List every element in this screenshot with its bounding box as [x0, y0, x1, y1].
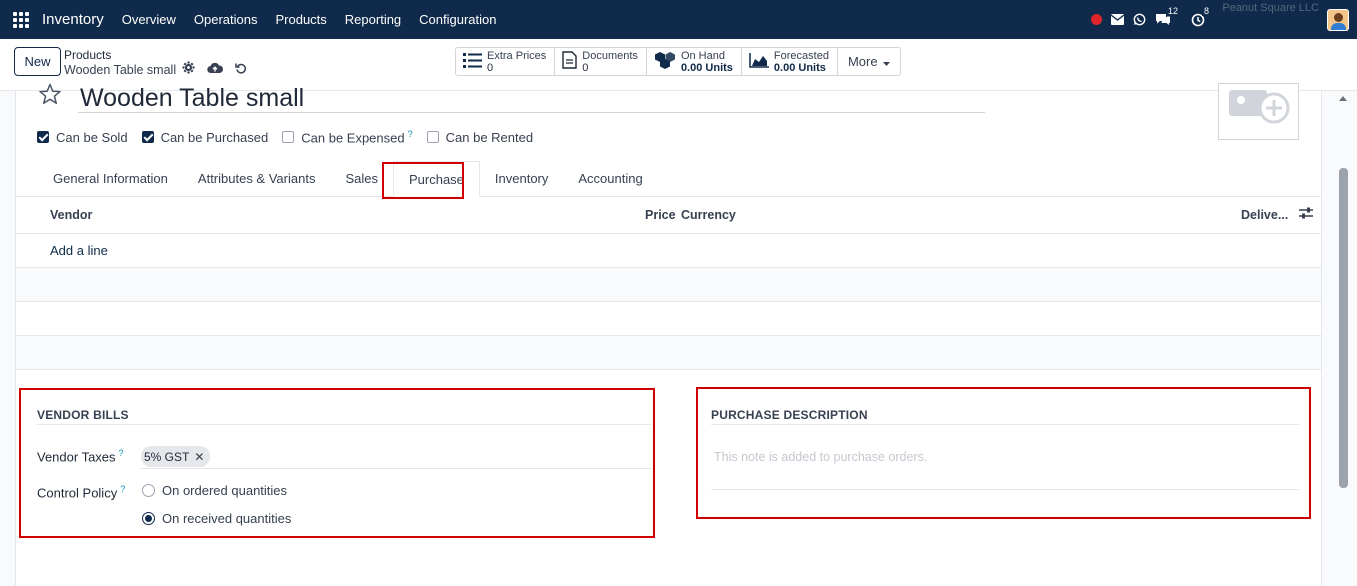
on-hand-label: On Hand	[680, 49, 725, 62]
add-a-line-link[interactable]: Add a line	[50, 243, 108, 258]
gear-icon[interactable]	[182, 61, 195, 77]
list-row	[16, 268, 1321, 302]
highlight-purchase-tab	[382, 162, 464, 199]
list-icon	[463, 52, 482, 71]
list-row	[16, 336, 1321, 370]
forecasted-label: Forecasted	[773, 49, 829, 62]
on-hand-button[interactable]: On Hand 0.00 Units	[647, 48, 742, 75]
tab-inventory[interactable]: Inventory	[480, 161, 563, 197]
app-name[interactable]: Inventory	[42, 11, 104, 28]
can-be-expensed-checkbox[interactable]: Can be Expensed?	[282, 128, 413, 146]
status-dot-icon[interactable]	[1091, 14, 1102, 25]
messages-icon[interactable]: 12	[1155, 6, 1181, 26]
form-tabs: General Information Attributes & Variant…	[16, 161, 1321, 197]
product-flags: Can be Sold Can be Purchased Can be Expe…	[37, 128, 547, 146]
extra-prices-label: Extra Prices	[487, 49, 547, 62]
highlight-vendor-bills	[19, 388, 655, 538]
column-delivery[interactable]: Delive...	[1241, 208, 1288, 222]
scrollbar-thumb[interactable]	[1339, 168, 1348, 488]
menu-configuration[interactable]: Configuration	[419, 12, 496, 27]
document-icon	[562, 51, 577, 72]
extra-prices-button[interactable]: Extra Prices 0	[456, 48, 556, 75]
documents-label: Documents	[582, 49, 638, 62]
top-navbar: Inventory Overview Operations Products R…	[0, 0, 1357, 39]
menu-overview[interactable]: Overview	[122, 12, 176, 27]
breadcrumb-record-name: Wooden Table small	[64, 63, 177, 77]
scroll-up-arrow-icon[interactable]	[1339, 96, 1347, 101]
optional-columns-icon[interactable]	[1299, 207, 1313, 222]
documents-button[interactable]: Documents 0	[555, 48, 647, 75]
can-be-sold-checkbox[interactable]: Can be Sold	[37, 130, 128, 145]
tab-accounting[interactable]: Accounting	[563, 161, 657, 197]
column-price[interactable]: Price	[645, 208, 676, 222]
product-image-upload[interactable]	[1218, 83, 1299, 140]
messages-badge: 12	[1166, 6, 1181, 16]
tab-attributes-variants[interactable]: Attributes & Variants	[183, 161, 331, 197]
forecasted-button[interactable]: Forecasted 0.00 Units	[742, 48, 838, 75]
user-avatar[interactable]	[1327, 8, 1349, 31]
can-be-sold-label: Can be Sold	[56, 129, 128, 145]
checkbox-unchecked-icon[interactable]	[282, 130, 295, 143]
mail-icon[interactable]	[1111, 14, 1124, 25]
list-row: Add a line	[16, 234, 1321, 268]
list-row	[16, 302, 1321, 336]
caret-down-icon	[882, 54, 890, 69]
smart-buttons: Extra Prices 0 Documents 0 On Hand 0.00 …	[455, 47, 901, 76]
product-name-input[interactable]: Wooden Table small	[78, 83, 985, 113]
extra-prices-value: 0	[487, 61, 494, 74]
more-button[interactable]: More	[838, 48, 900, 75]
can-be-rented-label: Can be Rented	[445, 129, 534, 145]
apps-menu-icon[interactable]	[13, 11, 29, 28]
can-be-purchased-label: Can be Purchased	[160, 129, 269, 145]
checkbox-unchecked-icon[interactable]	[426, 131, 439, 143]
breadcrumb-products[interactable]: Products	[64, 48, 111, 62]
can-be-purchased-checkbox[interactable]: Can be Purchased	[141, 129, 269, 145]
menu-operations[interactable]: Operations	[194, 12, 258, 27]
can-be-expensed-label: Can be Expensed?	[301, 128, 413, 146]
activities-icon[interactable]: 8	[1191, 5, 1212, 27]
vendor-list-header: Vendor Price Currency Delive...	[16, 197, 1321, 234]
activities-badge: 8	[1202, 5, 1212, 16]
checkbox-checked-icon[interactable]	[141, 131, 154, 143]
column-vendor[interactable]: Vendor	[50, 208, 92, 222]
column-currency[interactable]: Currency	[681, 208, 736, 222]
on-hand-value: 0.00 Units	[680, 61, 733, 74]
menu-reporting[interactable]: Reporting	[345, 12, 401, 27]
more-label: More	[847, 54, 878, 69]
area-chart-icon	[749, 52, 769, 71]
cubes-icon	[654, 51, 676, 72]
menu-products[interactable]: Products	[275, 12, 326, 27]
discard-icon[interactable]	[235, 62, 247, 77]
highlight-purchase-description	[696, 387, 1311, 519]
tab-general-information[interactable]: General Information	[16, 161, 183, 197]
help-tooltip-icon[interactable]: ?	[408, 129, 413, 139]
checkbox-checked-icon[interactable]	[37, 131, 49, 143]
new-button[interactable]: New	[14, 47, 61, 76]
cloud-upload-icon[interactable]	[207, 62, 224, 77]
whatsapp-icon[interactable]	[1133, 13, 1146, 26]
can-be-rented-checkbox[interactable]: Can be Rented	[426, 129, 534, 145]
forecasted-value: 0.00 Units	[773, 61, 826, 74]
documents-value: 0	[582, 61, 589, 74]
star-icon[interactable]	[38, 83, 62, 108]
